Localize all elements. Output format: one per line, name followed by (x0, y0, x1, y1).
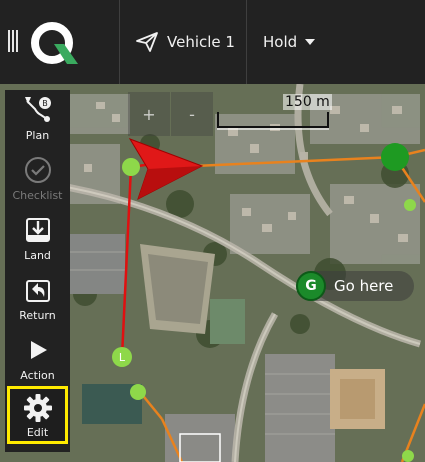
vehicle-label: Vehicle 1 (167, 33, 235, 51)
tool-label: Edit (26, 426, 49, 439)
tool-strip: B Plan Checklist Land Return Action Edit (5, 90, 70, 452)
landing-marker[interactable]: L (112, 347, 132, 367)
toolbar-logo-area (0, 0, 119, 84)
tool-label: Return (19, 309, 56, 322)
zoom-controls: + - (128, 92, 213, 136)
flight-mode-label: Hold (263, 33, 298, 51)
tool-checklist-button[interactable]: Checklist (5, 150, 70, 210)
zoom-out-button[interactable]: - (171, 92, 213, 136)
goto-marker-icon: G (296, 271, 326, 301)
tool-return-button[interactable]: Return (5, 270, 70, 330)
map-scale-bar (217, 112, 329, 128)
tool-label: Land (24, 249, 51, 262)
tool-label: Checklist (12, 189, 63, 202)
waypoint-marker[interactable] (404, 199, 416, 211)
paper-plane-icon (136, 32, 158, 52)
tool-label: Action (20, 369, 55, 382)
waypoint-marker[interactable] (402, 450, 414, 462)
waypoint-marker[interactable] (130, 384, 146, 400)
play-icon (30, 341, 47, 359)
tool-action-button[interactable]: Action (5, 330, 70, 390)
land-icon (25, 218, 50, 242)
svg-text:B: B (42, 99, 48, 108)
go-here-tooltip[interactable]: G Go here (296, 271, 414, 301)
return-icon (25, 280, 50, 302)
home-waypoint-marker[interactable] (381, 143, 409, 171)
qgc-logo-icon[interactable] (30, 20, 84, 66)
zoom-in-button[interactable]: + (128, 92, 170, 136)
svg-text:L: L (119, 351, 126, 364)
tool-land-button[interactable]: Land (5, 210, 70, 270)
tool-edit-button[interactable]: Edit (7, 386, 68, 444)
chevron-down-icon (305, 39, 316, 45)
hamburger-icon[interactable] (8, 30, 19, 52)
gear-icon (23, 394, 52, 422)
waypoint-marker[interactable] (122, 158, 140, 176)
map-scale-label: 150 m (283, 94, 332, 110)
top-toolbar: Vehicle 1 Hold (0, 0, 425, 84)
go-here-label: Go here (334, 277, 394, 295)
flight-mode-dropdown[interactable]: Hold (247, 0, 316, 84)
tool-plan-button[interactable]: B Plan (5, 90, 70, 150)
tool-label: Plan (25, 129, 50, 142)
vehicle-selector[interactable]: Vehicle 1 (120, 0, 246, 84)
checklist-icon (24, 157, 51, 183)
plan-route-icon: B (24, 97, 51, 122)
